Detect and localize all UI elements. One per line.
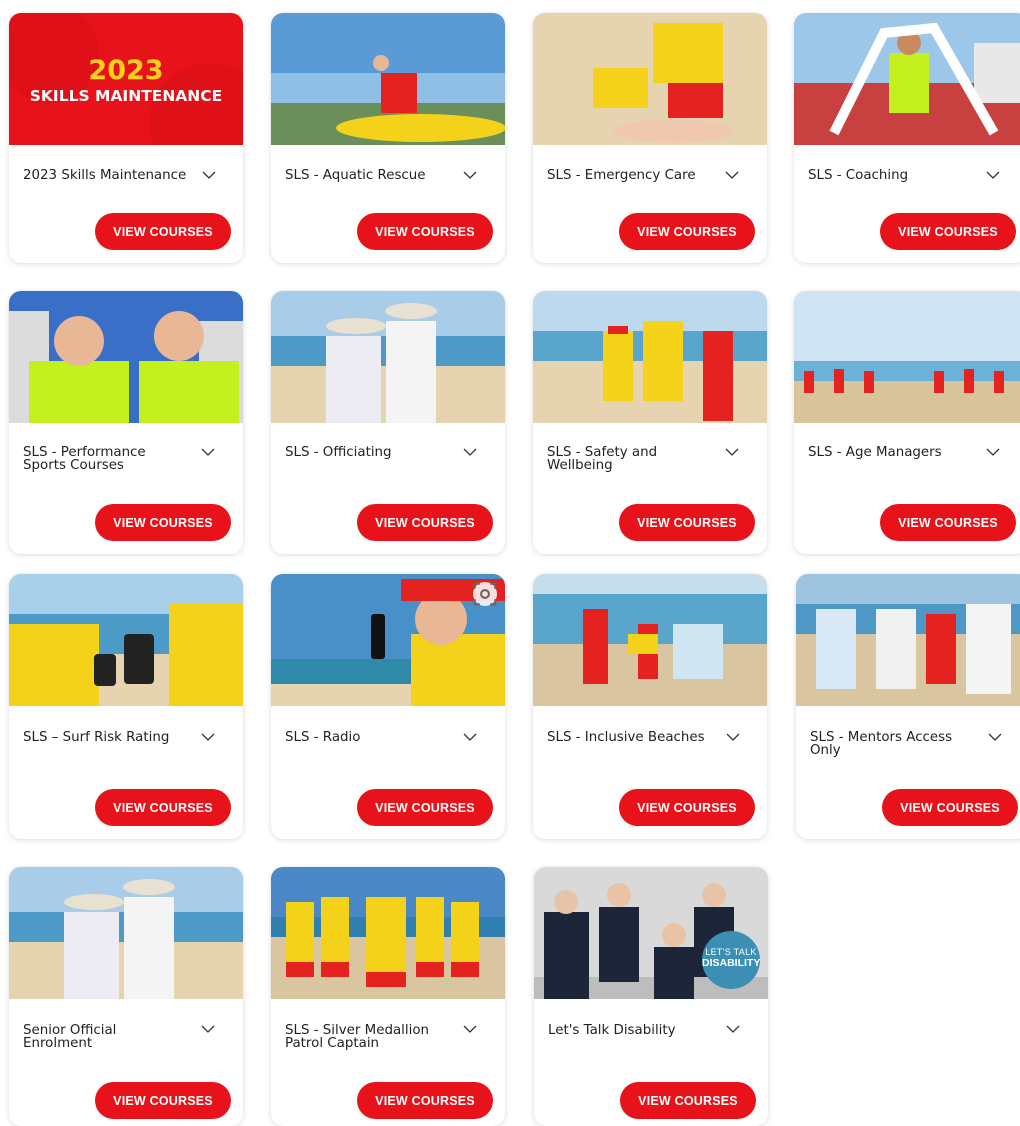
view-courses-button[interactable]: VIEW COURSES — [619, 213, 755, 250]
course-card-senior-official[interactable]: Senior Official Enrolment VIEW COURSES — [9, 867, 243, 1126]
course-card-coaching[interactable]: SLS - Coaching VIEW COURSES — [794, 13, 1020, 263]
chevron-down-icon[interactable] — [463, 733, 477, 742]
course-card-surf-risk-rating[interactable]: SLS – Surf Risk Rating VIEW COURSES — [9, 574, 243, 839]
view-courses-button[interactable]: VIEW COURSES — [95, 504, 231, 541]
course-card-lets-talk-disability[interactable]: LET'S TALK DISABILITY Let's Talk Disabil… — [534, 867, 768, 1126]
card-image-radio — [271, 574, 505, 706]
card-title: SLS - Coaching — [808, 168, 909, 183]
course-card-age-managers[interactable]: SLS - Age Managers VIEW COURSES — [794, 291, 1020, 554]
chevron-down-icon[interactable] — [988, 733, 1002, 742]
card-image-lets-talk-disability: LET'S TALK DISABILITY — [534, 867, 768, 999]
card-title: SLS - Emergency Care — [547, 168, 696, 183]
banner-year: 2023 — [88, 55, 164, 86]
course-card-radio[interactable]: SLS - Radio VIEW COURSES — [271, 574, 505, 839]
card-image-banner: 2023 SKILLS MAINTENANCE — [9, 13, 243, 145]
course-card-officiating[interactable]: SLS - Officiating VIEW COURSES — [271, 291, 505, 554]
view-courses-button[interactable]: VIEW COURSES — [880, 213, 1016, 250]
card-title: Senior Official Enrolment — [23, 1023, 117, 1051]
chevron-down-icon[interactable] — [202, 171, 216, 180]
view-courses-button[interactable]: VIEW COURSES — [619, 504, 755, 541]
course-card-skills-maintenance[interactable]: 2023 SKILLS MAINTENANCE 2023 Skills Main… — [9, 13, 243, 263]
view-courses-button[interactable]: VIEW COURSES — [357, 1082, 493, 1119]
card-image-inclusive-beaches — [533, 574, 767, 706]
course-card-emergency-care[interactable]: SLS - Emergency Care VIEW COURSES — [533, 13, 767, 263]
course-card-inclusive-beaches[interactable]: SLS - Inclusive Beaches VIEW COURSES — [533, 574, 767, 839]
banner-subtitle: SKILLS MAINTENANCE — [29, 87, 223, 105]
course-card-mentors-access[interactable]: SLS - Mentors Access Only VIEW COURSES — [796, 574, 1020, 839]
chevron-down-icon[interactable] — [725, 448, 739, 457]
view-courses-button[interactable]: VIEW COURSES — [357, 789, 493, 826]
card-title: SLS - Silver Medallion Patrol Captain — [285, 1023, 430, 1051]
chevron-down-icon[interactable] — [463, 171, 477, 180]
chevron-down-icon[interactable] — [725, 171, 739, 180]
card-image-senior-official — [9, 867, 243, 999]
chevron-down-icon[interactable] — [201, 448, 215, 457]
card-image-emergency-care — [533, 13, 767, 145]
card-title: SLS - Officiating — [285, 445, 392, 460]
chevron-down-icon[interactable] — [463, 448, 477, 457]
card-image-coaching — [794, 13, 1020, 145]
view-courses-button[interactable]: VIEW COURSES — [880, 504, 1016, 541]
card-image-aquatic-rescue — [271, 13, 505, 145]
view-courses-button[interactable]: VIEW COURSES — [95, 1082, 231, 1119]
view-courses-button[interactable]: VIEW COURSES — [357, 213, 493, 250]
chevron-down-icon[interactable] — [986, 448, 1000, 457]
view-courses-button[interactable]: VIEW COURSES — [619, 789, 755, 826]
card-title: SLS - Aquatic Rescue — [285, 168, 426, 183]
card-title: 2023 Skills Maintenance — [23, 168, 187, 183]
visual-search-icon[interactable] — [473, 582, 497, 606]
card-image-officiating — [271, 291, 505, 423]
card-image-silver-medallion — [271, 867, 505, 999]
chevron-down-icon[interactable] — [463, 1025, 477, 1034]
view-courses-button[interactable]: VIEW COURSES — [357, 504, 493, 541]
view-courses-button[interactable]: VIEW COURSES — [95, 213, 231, 250]
badge-line-2: DISABILITY — [702, 957, 761, 969]
chevron-down-icon[interactable] — [726, 1025, 740, 1034]
card-image-performance-sports — [9, 291, 243, 423]
card-title: SLS – Surf Risk Rating — [23, 730, 170, 745]
card-title: SLS - Age Managers — [808, 445, 942, 460]
view-courses-button[interactable]: VIEW COURSES — [95, 789, 231, 826]
card-image-age-managers — [794, 291, 1020, 423]
card-title: SLS - Radio — [285, 730, 361, 745]
course-card-safety-wellbeing[interactable]: SLS - Safety and Wellbeing VIEW COURSES — [533, 291, 767, 554]
card-title: SLS - Mentors Access Only — [810, 730, 953, 758]
course-card-performance-sports[interactable]: SLS - Performance Sports Courses VIEW CO… — [9, 291, 243, 554]
card-title: SLS - Safety and Wellbeing — [547, 445, 658, 473]
card-image-mentors-access — [796, 574, 1020, 706]
card-image-surf-risk-rating — [9, 574, 243, 706]
card-image-safety-wellbeing — [533, 291, 767, 423]
course-card-silver-medallion[interactable]: SLS - Silver Medallion Patrol Captain VI… — [271, 867, 505, 1126]
view-courses-button[interactable]: VIEW COURSES — [882, 789, 1018, 826]
view-courses-button[interactable]: VIEW COURSES — [620, 1082, 756, 1119]
lets-talk-disability-badge: LET'S TALK DISABILITY — [702, 931, 760, 989]
chevron-down-icon[interactable] — [986, 171, 1000, 180]
chevron-down-icon[interactable] — [201, 733, 215, 742]
card-title: Let's Talk Disability — [548, 1023, 676, 1038]
badge-line-1: LET'S TALK — [705, 947, 757, 957]
course-card-aquatic-rescue[interactable]: SLS - Aquatic Rescue VIEW COURSES — [271, 13, 505, 263]
card-title: SLS - Performance Sports Courses — [23, 445, 146, 473]
chevron-down-icon[interactable] — [726, 733, 740, 742]
card-title: SLS - Inclusive Beaches — [547, 730, 705, 745]
chevron-down-icon[interactable] — [201, 1025, 215, 1034]
